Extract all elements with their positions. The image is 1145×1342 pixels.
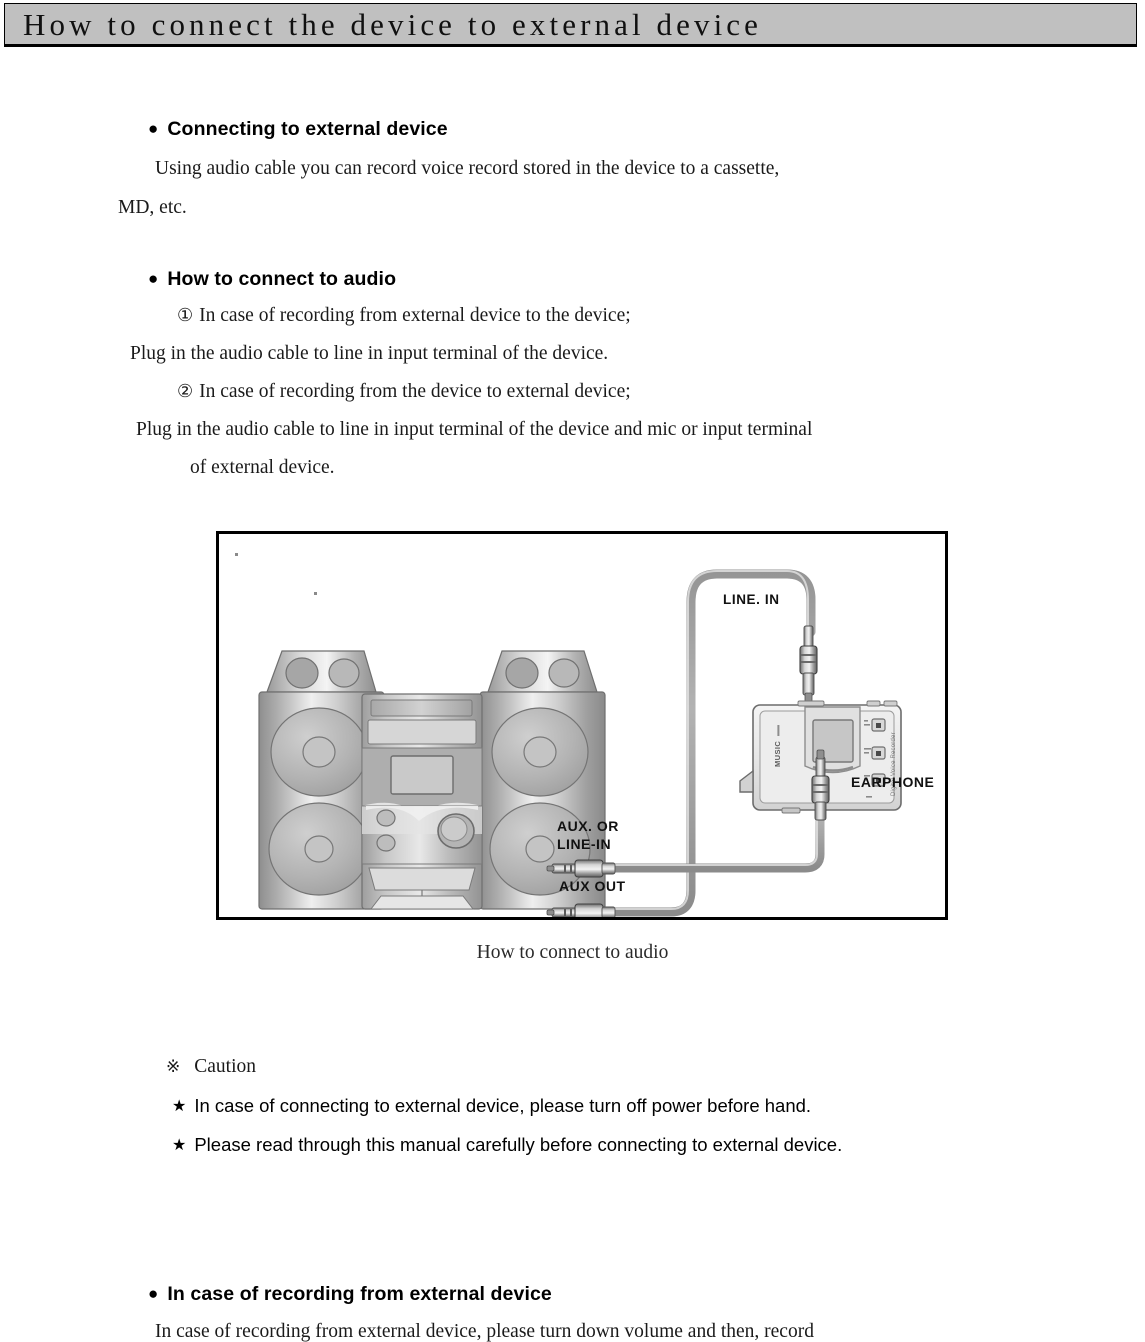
- recording-body-line-1: In case of recording from external devic…: [155, 1321, 814, 1342]
- star-icon: ★: [172, 1135, 187, 1154]
- stereo-main-unit-graphic: [361, 693, 483, 910]
- connection-diagram-graphic: MUSIC Digital Voice Recorder LINE. IN AU…: [258, 569, 934, 917]
- connecting-body-line-2: MD, etc.: [118, 197, 187, 218]
- how-to-connect-item-2-label: In case of recording from the device to …: [199, 381, 631, 402]
- circled-number-two-icon: ②: [177, 381, 194, 402]
- page-header-banner: How to connect the device to external de…: [4, 3, 1137, 47]
- caution-item-1: ★ In case of connecting to external devic…: [172, 1096, 811, 1116]
- caution-heading: ※ Caution: [166, 1056, 256, 1078]
- caution-item-1-label: In case of connecting to external device…: [194, 1095, 812, 1116]
- label-earphone: EARPHONE: [851, 774, 934, 790]
- caution-item-2: ★ Please read through this manual careful…: [172, 1135, 842, 1155]
- heading-how-to-connect-to-audio: ● How to connect to audio: [148, 269, 396, 289]
- heading-in-case-of-recording-label: In case of recording from external devic…: [167, 1283, 552, 1305]
- caution-item-2-label: Please read through this manual carefull…: [194, 1134, 843, 1155]
- page-title: How to connect the device to external de…: [23, 6, 763, 42]
- label-line-in: LINE. IN: [723, 592, 780, 607]
- star-icon: ★: [172, 1096, 187, 1115]
- circled-number-one-icon: ①: [177, 305, 194, 326]
- heading-connecting-to-external-device: ● Connecting to external device: [148, 119, 448, 139]
- how-to-connect-item-2: ② In case of recording from the device to…: [177, 382, 631, 402]
- how-to-connect-item-1: ① In case of recording from external devi…: [177, 306, 631, 326]
- reference-mark-icon: ※: [166, 1057, 181, 1077]
- bullet-icon: ●: [148, 119, 159, 138]
- caution-heading-label: Caution: [194, 1056, 256, 1077]
- label-aux-out: AUX OUT: [559, 878, 626, 894]
- label-aux-or: AUX. OR: [557, 818, 619, 834]
- line-in-plug-icon: [799, 625, 818, 704]
- connecting-body-line-1: Using audio cable you can record voice r…: [155, 158, 780, 179]
- figure-caption: How to connect to audio: [476, 942, 669, 963]
- figure-connection-diagram: MUSIC Digital Voice Recorder LINE. IN AU…: [216, 531, 948, 920]
- how-to-connect-item-2-detail-a: Plug in the audio cable to line in input…: [136, 419, 813, 440]
- bullet-icon: ●: [148, 1284, 159, 1303]
- bullet-icon: ●: [148, 269, 159, 288]
- label-line-in-2: LINE-IN: [557, 836, 611, 852]
- heading-how-to-connect-label: How to connect to audio: [167, 268, 397, 290]
- heading-connecting-label: Connecting to external device: [167, 118, 448, 140]
- how-to-connect-item-1-detail: Plug in the audio cable to line in input…: [130, 343, 609, 364]
- svg-text:MUSIC: MUSIC: [773, 741, 782, 767]
- heading-in-case-of-recording: ● In case of recording from external devi…: [148, 1284, 552, 1304]
- how-to-connect-item-1-label: In case of recording from external devic…: [199, 305, 631, 326]
- how-to-connect-item-2-detail-b: of external device.: [190, 457, 335, 478]
